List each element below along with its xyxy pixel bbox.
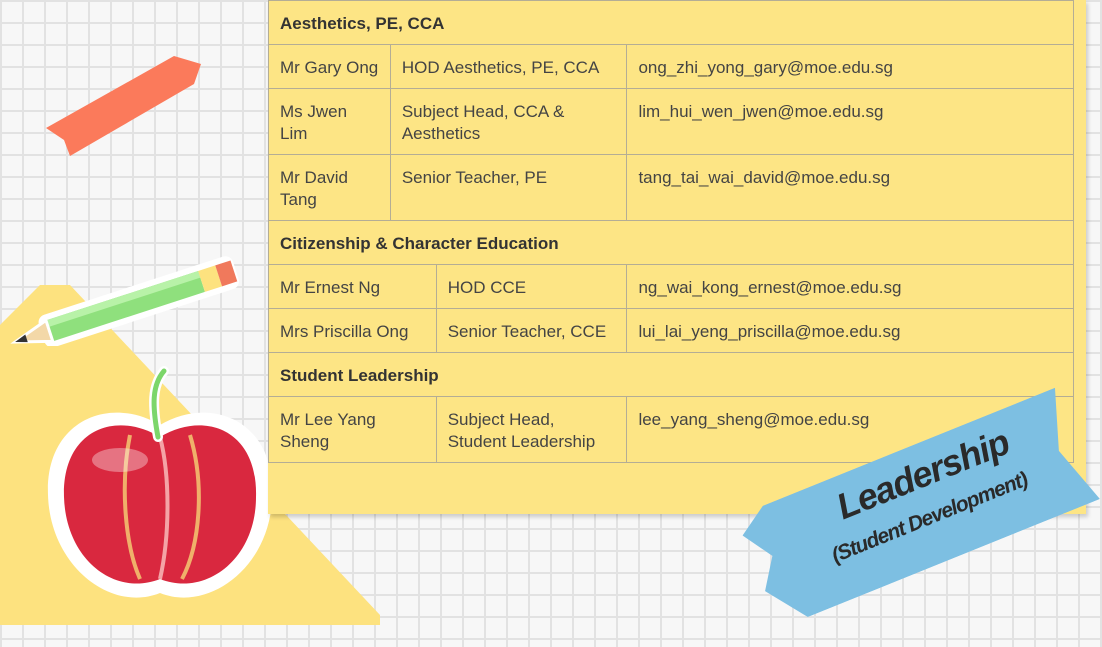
section-header-cce: Citizenship & Character Education — [268, 220, 1074, 265]
staff-role: Senior Teacher, PE — [389, 154, 628, 221]
staff-email[interactable]: lui_lai_yeng_priscilla@moe.edu.sg — [626, 308, 1074, 353]
staff-name: Mr David Tang — [268, 154, 391, 221]
staff-email[interactable]: tang_tai_wai_david@moe.edu.sg — [626, 154, 1074, 221]
staff-email[interactable]: lim_hui_wen_jwen@moe.edu.sg — [626, 88, 1074, 155]
staff-role: Subject Head, Student Leadership — [435, 396, 628, 463]
section-header-aesthetics: Aesthetics, PE, CCA — [268, 0, 1074, 45]
staff-role: HOD CCE — [435, 264, 628, 309]
section-title: Aesthetics, PE, CCA — [268, 0, 1074, 45]
staff-role: Senior Teacher, CCE — [435, 308, 628, 353]
staff-role: Subject Head, CCA & Aesthetics — [389, 88, 628, 155]
staff-role: HOD Aesthetics, PE, CCA — [389, 44, 628, 89]
staff-name: Mrs Priscilla Ong — [268, 308, 437, 353]
staff-name: Mr Gary Ong — [268, 44, 391, 89]
section-title: Student Leadership — [268, 352, 1074, 397]
table-row: Mrs Priscilla Ong Senior Teacher, CCE lu… — [268, 308, 1074, 353]
staff-table: Aesthetics, PE, CCA Mr Gary Ong HOD Aest… — [268, 0, 1074, 463]
table-row: Ms Jwen Lim Subject Head, CCA & Aestheti… — [268, 88, 1074, 155]
apple-icon — [47, 366, 273, 598]
pencil-icon — [10, 256, 239, 346]
staff-name: Mr Lee Yang Sheng — [268, 396, 437, 463]
staff-email[interactable]: ng_wai_kong_ernest@moe.edu.sg — [626, 264, 1074, 309]
table-row: Mr Ernest Ng HOD CCE ng_wai_kong_ernest@… — [268, 264, 1074, 309]
staff-name: Ms Jwen Lim — [268, 88, 391, 155]
section-title: Citizenship & Character Education — [268, 220, 1074, 265]
ribbon-decoration — [46, 56, 201, 156]
staff-name: Mr Ernest Ng — [268, 264, 437, 309]
table-row: Mr Gary Ong HOD Aesthetics, PE, CCA ong_… — [268, 44, 1074, 89]
staff-email[interactable]: ong_zhi_yong_gary@moe.edu.sg — [626, 44, 1074, 89]
table-row: Mr David Tang Senior Teacher, PE tang_ta… — [268, 154, 1074, 221]
section-header-student-leadership: Student Leadership — [268, 352, 1074, 397]
